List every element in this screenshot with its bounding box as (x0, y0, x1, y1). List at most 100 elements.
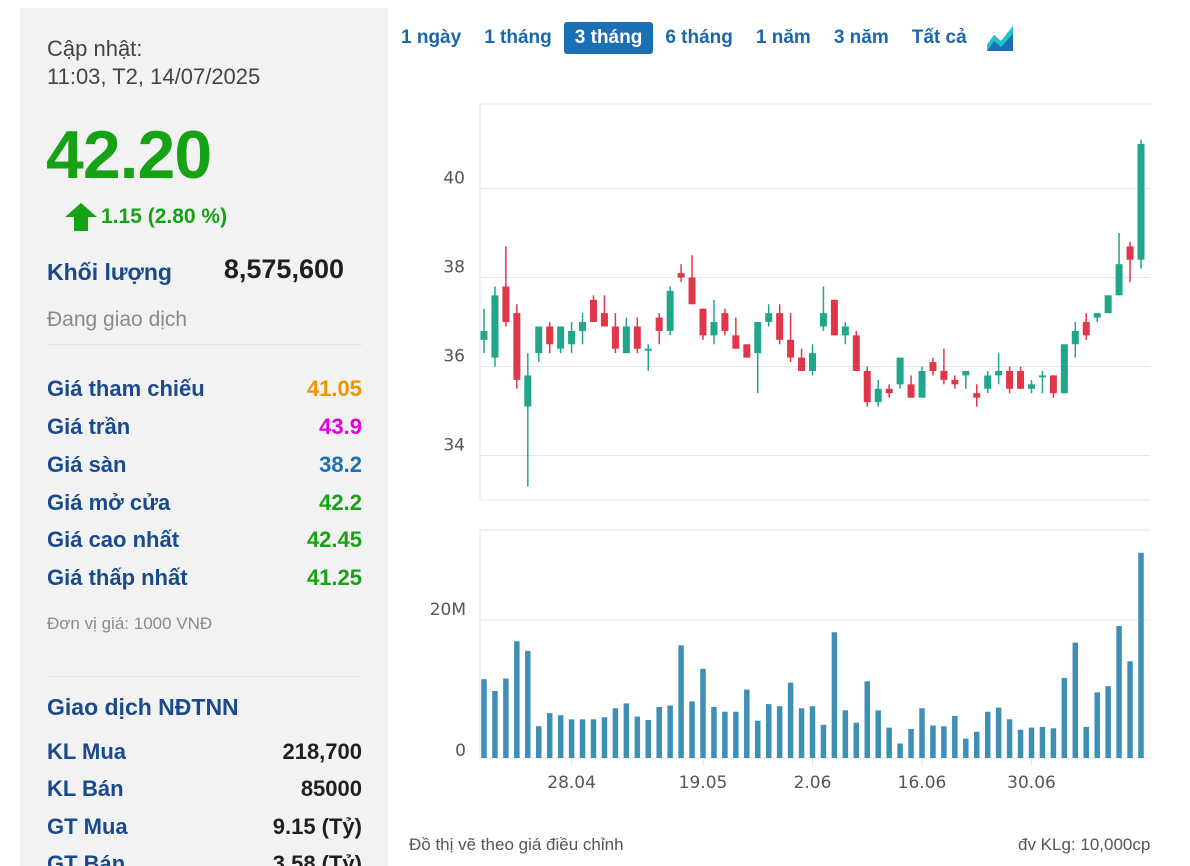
stat-label: Giá sàn (47, 452, 127, 477)
volume-bar (941, 726, 947, 758)
candle-body (984, 375, 992, 389)
stat-value: 41.05 (306, 376, 362, 401)
candle (557, 326, 565, 354)
area-chart-icon[interactable] (985, 23, 1015, 53)
candle-body (622, 326, 630, 354)
candle (710, 299, 718, 345)
candle (1038, 370, 1046, 394)
candle-body (973, 393, 981, 398)
stat-value: 42.45 (306, 527, 362, 552)
candle-body (644, 348, 652, 351)
candle (1017, 366, 1025, 389)
trading-status: Đang giao dịch (47, 308, 188, 331)
volume-bar (1116, 626, 1122, 758)
foreign-value: 85000 (300, 776, 362, 801)
candle (655, 313, 663, 345)
tab-1-month[interactable]: 1 tháng (473, 22, 563, 54)
volume-bar (689, 701, 695, 758)
candle (896, 357, 904, 389)
volume-bar (842, 710, 849, 758)
tab-all[interactable]: Tất cả (901, 22, 978, 54)
x-tick-label: 16.06 (898, 773, 947, 793)
candle-body (940, 370, 948, 380)
volume-bar (755, 720, 761, 758)
candle (1006, 366, 1014, 394)
volume-bar (798, 708, 805, 758)
volume-bar (656, 706, 662, 758)
candle-body (951, 379, 959, 385)
candle (502, 246, 510, 327)
volume-bar (645, 720, 651, 758)
volume-bar (897, 743, 903, 758)
volume-bar (667, 705, 673, 758)
volume-bar (1017, 729, 1024, 758)
candle (929, 357, 937, 376)
volume-bar (536, 726, 542, 758)
tab-6-months[interactable]: 6 tháng (654, 22, 744, 54)
volume-bar (481, 679, 487, 758)
candle-body (798, 357, 806, 371)
candle (590, 295, 597, 323)
chart-footnote: Đồ thị vẽ theo giá điều chỉnh (409, 835, 624, 854)
candle-body (535, 326, 543, 354)
volume-bar (503, 678, 509, 758)
candle (841, 322, 849, 345)
volume-bar (612, 708, 619, 758)
stat-label: Giá trần (47, 414, 131, 439)
x-tick-label: 30.06 (1007, 773, 1056, 793)
candle (721, 308, 729, 336)
stat-value: 42.2 (319, 490, 362, 515)
volume-bar (601, 717, 608, 758)
volume-unit-note: đv KLg: 10,000cp (1018, 835, 1151, 854)
volume-bar (1094, 692, 1100, 758)
volume-bar (700, 668, 706, 758)
tab-3-years[interactable]: 3 năm (823, 22, 900, 54)
candle-body (995, 370, 1003, 376)
x-tick-label: 2.06 (794, 773, 832, 793)
foreign-sell-volume: KL Bán 85000 (47, 776, 362, 806)
volume-bar (831, 632, 838, 758)
stat-label: Giá cao nhất (47, 527, 180, 552)
candle (852, 330, 860, 371)
candle (688, 255, 696, 305)
candle (622, 317, 630, 354)
candle (1049, 375, 1057, 398)
volume-label: Khối lượng (47, 259, 172, 285)
candle (524, 353, 532, 487)
candle-body (841, 326, 849, 336)
volume-bar (1105, 686, 1111, 758)
candlesticks (480, 139, 1145, 487)
stat-reference-price: Giá tham chiếu 41.05 (47, 376, 362, 406)
volume-bar (930, 725, 936, 758)
candle-body (1017, 370, 1025, 389)
candle-body (830, 299, 838, 336)
candle-body (633, 326, 641, 349)
candle (1071, 322, 1079, 358)
volume-bar (1006, 719, 1013, 758)
candle-body (852, 335, 860, 371)
tab-1-year[interactable]: 1 năm (745, 22, 822, 54)
volume-bar (492, 690, 498, 758)
candle (1104, 295, 1112, 314)
volume-bar (908, 728, 914, 758)
volume-bar (744, 689, 750, 758)
volume-bar (864, 681, 870, 758)
price-unit-note: Đơn vị giá: 1000 VNĐ (47, 614, 213, 633)
tab-1-day[interactable]: 1 ngày (390, 22, 472, 54)
candle (973, 384, 981, 407)
candle-body (907, 384, 915, 398)
candle (798, 348, 806, 371)
foreign-value: 218,700 (282, 739, 362, 764)
candle (1093, 313, 1101, 323)
candle (1082, 313, 1090, 340)
candle (809, 344, 816, 376)
candle-body (688, 277, 696, 305)
volume-bar (875, 710, 881, 758)
tab-3-months[interactable]: 3 tháng (563, 22, 654, 54)
volume-value: 8,575,600 (223, 254, 344, 284)
divider (47, 676, 362, 677)
foreign-label: KL Mua (47, 739, 127, 764)
candle (907, 375, 915, 398)
candle-body (524, 375, 532, 407)
candle-body (655, 317, 663, 331)
